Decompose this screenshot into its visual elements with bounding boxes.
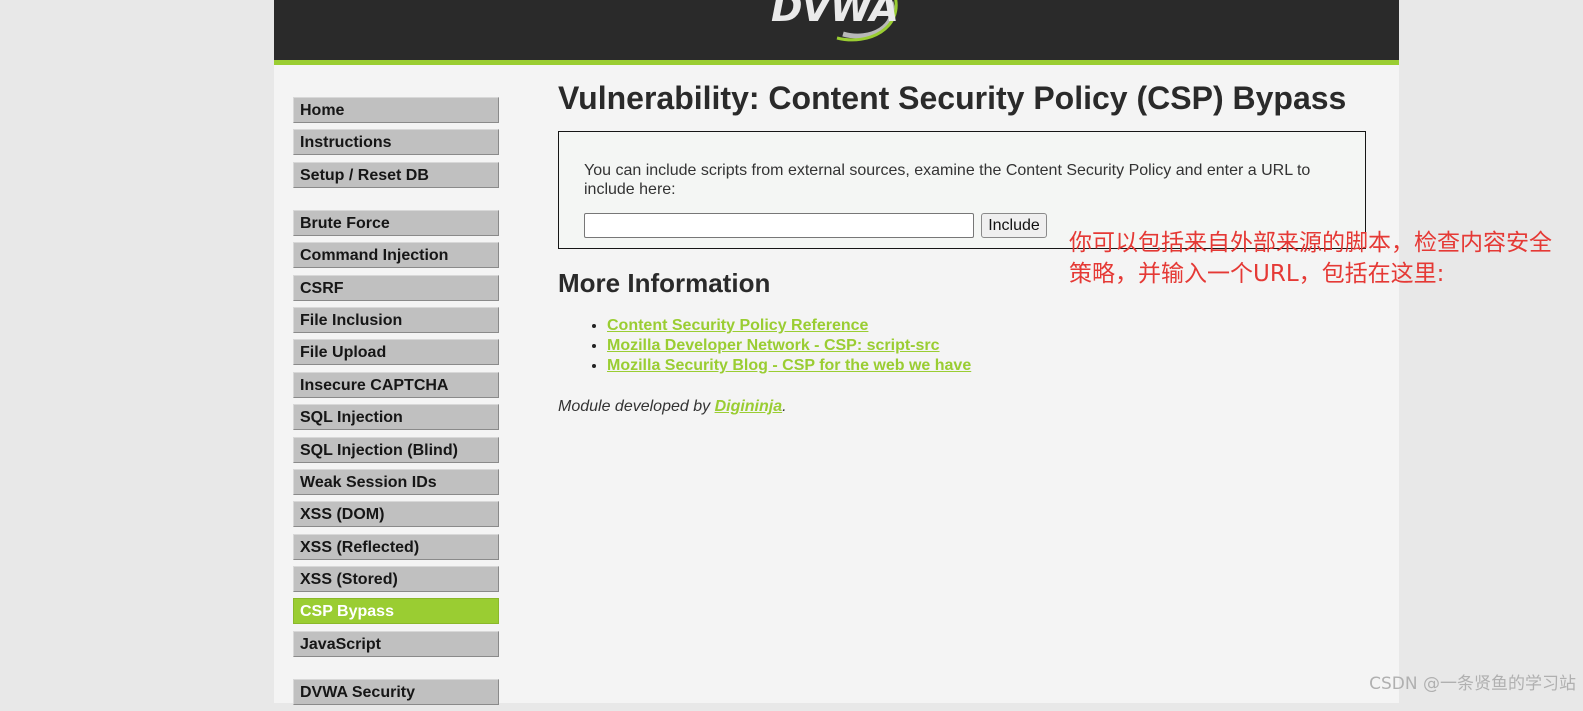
sidebar-item-sql-injection[interactable]: SQL Injection bbox=[293, 404, 499, 431]
watermark: CSDN @一条贤鱼的学习站 bbox=[1369, 674, 1576, 694]
module-credit: Module developed by Digininja. bbox=[558, 398, 787, 416]
url-input[interactable] bbox=[584, 213, 974, 238]
logo-text: DVWA bbox=[771, 0, 899, 30]
header-accent-bar bbox=[274, 60, 1399, 65]
sidebar-item-home[interactable]: Home bbox=[293, 97, 499, 123]
sidebar-item-weak-session-ids[interactable]: Weak Session IDs bbox=[293, 468, 499, 495]
menu-group: Home Instructions Setup / Reset DB bbox=[293, 97, 505, 188]
sidebar-item-xss-dom[interactable]: XSS (DOM) bbox=[293, 501, 499, 528]
sidebar-item-instructions[interactable]: Instructions bbox=[293, 129, 499, 156]
credit-author-link[interactable]: Digininja bbox=[715, 398, 783, 415]
sidebar-item-setup-reset-db[interactable]: Setup / Reset DB bbox=[293, 161, 499, 188]
link-mdn-script-src[interactable]: Mozilla Developer Network - CSP: script-… bbox=[607, 337, 940, 354]
header: DVWA bbox=[274, 0, 1399, 60]
credit-suffix: . bbox=[782, 398, 787, 415]
annotation-text: 你可以包括来自外部来源的脚本，检查内容安全策略，并输入一个URL，包括在这里: bbox=[1069, 230, 1552, 287]
include-button[interactable]: Include bbox=[981, 213, 1047, 238]
intro-text: You can include scripts from external so… bbox=[584, 162, 1311, 198]
sidebar-item-dvwa-security[interactable]: DVWA Security bbox=[293, 678, 499, 705]
link-csp-reference[interactable]: Content Security Policy Reference bbox=[607, 317, 868, 334]
sidebar-item-javascript[interactable]: JavaScript bbox=[293, 630, 499, 657]
menu-group: Brute Force Command Injection CSRF File Inc… bbox=[293, 209, 505, 657]
page-title: Vulnerability: Content Security Policy (… bbox=[558, 80, 1347, 116]
sidebar-item-xss-reflected[interactable]: XSS (Reflected) bbox=[293, 533, 499, 560]
main-content: Vulnerability: Content Security Policy (… bbox=[558, 78, 1378, 415]
list-item: Content Security Policy Reference bbox=[607, 316, 971, 336]
reference-links: Content Security Policy Reference Mozill… bbox=[588, 316, 971, 376]
sidebar-item-file-upload[interactable]: File Upload bbox=[293, 339, 499, 366]
sidebar-menu: Home Instructions Setup / Reset DB Brute Fo… bbox=[293, 97, 505, 711]
sidebar-item-csp-bypass[interactable]: CSP Bypass bbox=[293, 598, 499, 625]
list-item: Mozilla Security Blog - CSP for the web … bbox=[607, 356, 971, 376]
credit-prefix: Module developed by bbox=[558, 398, 715, 415]
sidebar-item-command-injection[interactable]: Command Injection bbox=[293, 242, 499, 269]
sidebar-item-file-inclusion[interactable]: File Inclusion bbox=[293, 306, 499, 333]
menu-group: DVWA Security bbox=[293, 678, 505, 705]
sidebar-item-xss-stored[interactable]: XSS (Stored) bbox=[293, 566, 499, 593]
more-information-heading: More Information bbox=[558, 268, 771, 298]
sidebar-item-csrf[interactable]: CSRF bbox=[293, 274, 499, 301]
sidebar-item-brute-force[interactable]: Brute Force bbox=[293, 209, 499, 236]
sidebar-item-sql-injection-blind[interactable]: SQL Injection (Blind) bbox=[293, 436, 499, 463]
link-mozilla-blog[interactable]: Mozilla Security Blog - CSP for the web … bbox=[607, 357, 971, 374]
sidebar-item-insecure-captcha[interactable]: Insecure CAPTCHA bbox=[293, 371, 499, 398]
list-item: Mozilla Developer Network - CSP: script-… bbox=[607, 336, 971, 356]
page-container: DVWA Home Instructions Setup / Reset DB Bru… bbox=[274, 0, 1399, 705]
